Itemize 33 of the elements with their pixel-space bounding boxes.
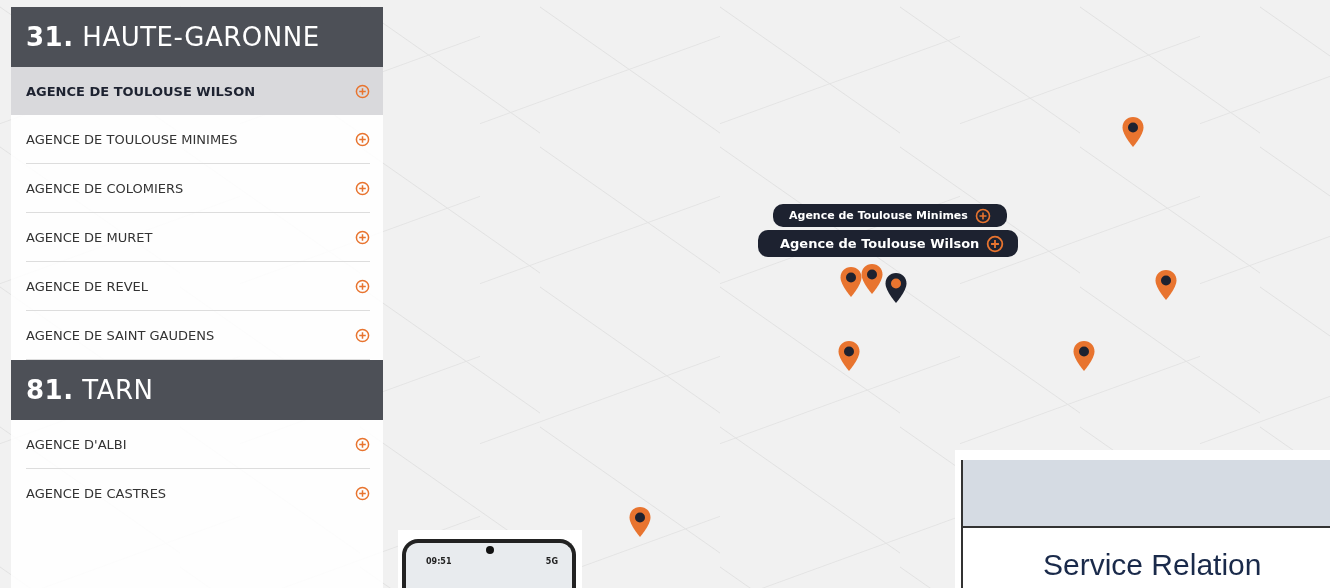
agency-item[interactable]: AGENCE DE CASTRES xyxy=(26,469,370,517)
plus-circle-icon xyxy=(974,207,991,224)
map-pin-icon[interactable] xyxy=(860,263,884,295)
plus-circle-icon xyxy=(355,436,370,452)
map-pin-icon[interactable] xyxy=(837,340,861,372)
map-pin-icon[interactable] xyxy=(1121,116,1145,148)
agency-item[interactable]: AGENCE DE TOULOUSE WILSON xyxy=(11,67,383,115)
agency-item[interactable]: AGENCE DE MURET xyxy=(26,213,370,262)
plus-circle-icon xyxy=(355,131,370,147)
map-pin-icon[interactable] xyxy=(884,272,908,304)
plus-circle-icon xyxy=(355,180,370,196)
plus-circle-icon xyxy=(355,485,370,501)
plus-circle-icon xyxy=(355,327,370,343)
camera-icon xyxy=(486,546,494,554)
region-title: 31. HAUTE-GARONNE xyxy=(26,22,320,52)
plus-circle-icon xyxy=(355,83,370,99)
agency-item[interactable]: AGENCE DE COLOMIERS xyxy=(26,164,370,213)
plus-circle-icon xyxy=(986,234,1005,253)
map-pin-icon[interactable] xyxy=(628,506,652,538)
map-pin-icon[interactable] xyxy=(839,266,863,298)
map-popup[interactable]: Agence de Toulouse Wilson xyxy=(758,230,1019,257)
map-popup[interactable]: Agence de Toulouse Minimes xyxy=(773,204,1007,227)
plus-circle-icon xyxy=(355,229,370,245)
phone-time: 09:51 xyxy=(426,557,452,566)
card-title: Service Relation xyxy=(1042,547,1263,582)
map-pin-icon[interactable] xyxy=(1072,340,1096,372)
agency-item[interactable]: AGENCE D'ALBI xyxy=(26,420,370,469)
map-pin-icon[interactable] xyxy=(1154,269,1178,301)
agency-item[interactable]: AGENCE DE REVEL xyxy=(26,262,370,311)
plus-circle-icon xyxy=(355,278,370,294)
network-label: 5G xyxy=(545,557,558,566)
agency-item[interactable]: AGENCE DE TOULOUSE MINIMES xyxy=(26,115,370,164)
region-title: 81. TARN xyxy=(26,375,154,405)
